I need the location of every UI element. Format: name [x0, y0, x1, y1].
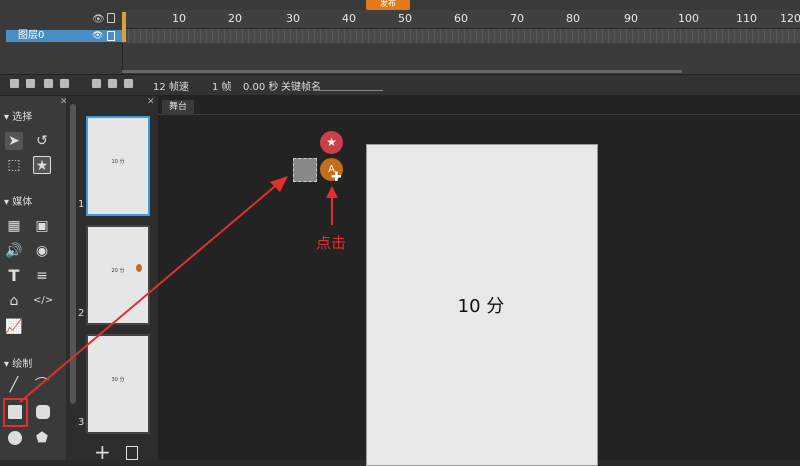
arrow-head — [270, 176, 288, 192]
annotation-arrows — [19, 176, 338, 403]
arrow-head — [326, 186, 338, 198]
arrow-line — [19, 181, 281, 403]
